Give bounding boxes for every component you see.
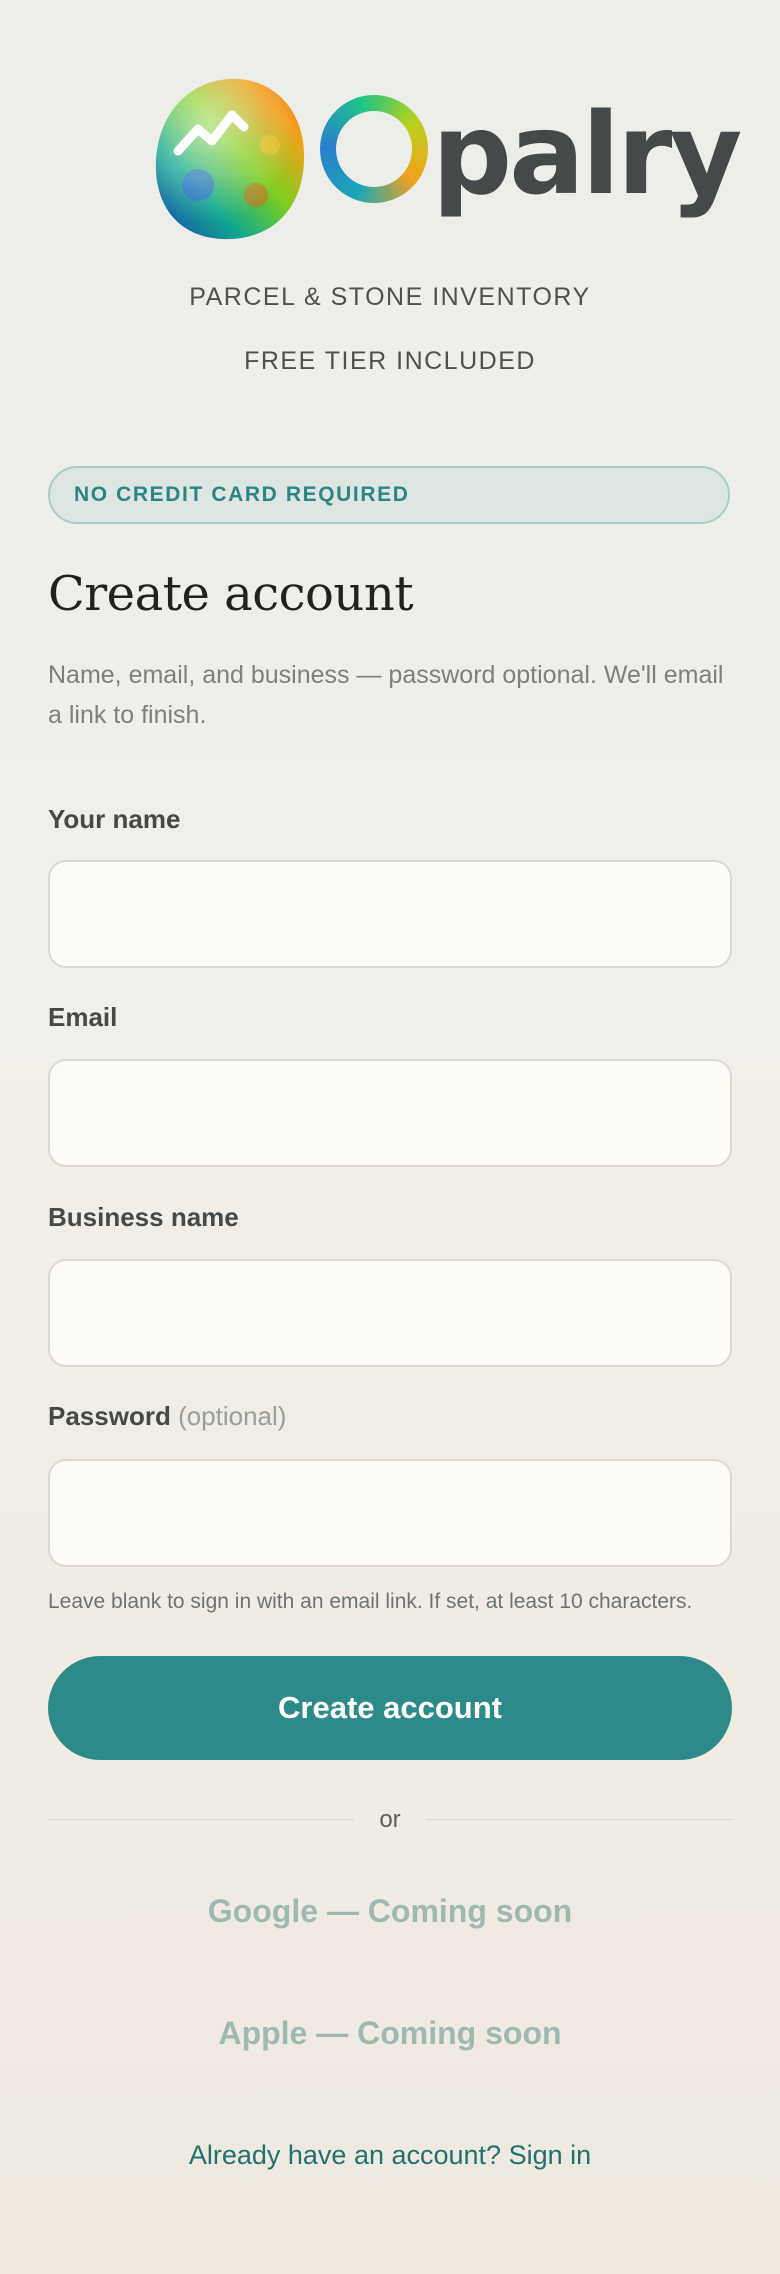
google-signin-coming-soon: Google — Coming soon [207, 1893, 573, 1929]
create-account-button[interactable]: Create account [48, 1656, 732, 1760]
signin-prompt: Already have an account? Sign in [0, 2140, 780, 2171]
or-divider: or [48, 1802, 732, 1838]
email-input[interactable] [48, 1059, 732, 1167]
email-label: Email [48, 1002, 118, 1032]
page-subtitle: Name, email, and business — password opt… [48, 661, 724, 729]
password-optional-note: (optional) [178, 1401, 287, 1431]
page-title: Create account [48, 566, 414, 622]
business-name-input[interactable] [48, 1259, 732, 1367]
wordmark-o-ring [320, 95, 428, 203]
brand-name-rest: palry [432, 90, 742, 220]
signup-page: palry PARCEL & STONE INVENTORY FREE TIER… [0, 0, 780, 2274]
signin-prompt-text: Already have an account? [188, 2140, 502, 2170]
opal-stone-logo-icon [155, 78, 305, 240]
no-credit-card-badge: NO CREDIT CARD REQUIRED [48, 466, 730, 524]
password-input[interactable] [48, 1459, 732, 1567]
apple-signin-coming-soon: Apple — Coming soon [218, 2015, 562, 2051]
name-label: Your name [48, 804, 181, 834]
free-tier-note: FREE TIER INCLUDED [244, 347, 536, 375]
brand-logo: palry [0, 75, 780, 245]
brand-wordmark: palry [320, 95, 742, 211]
name-input[interactable] [48, 860, 732, 968]
password-label-text: Password [48, 1401, 171, 1431]
password-label: Password (optional) [48, 1401, 286, 1432]
signin-link[interactable]: Sign in [509, 2140, 592, 2170]
brand-tagline: PARCEL & STONE INVENTORY [189, 283, 591, 311]
password-hint: Leave blank to sign in with an email lin… [48, 1590, 693, 1613]
business-name-label: Business name [48, 1202, 239, 1232]
divider-or-text: or [379, 1806, 401, 1833]
